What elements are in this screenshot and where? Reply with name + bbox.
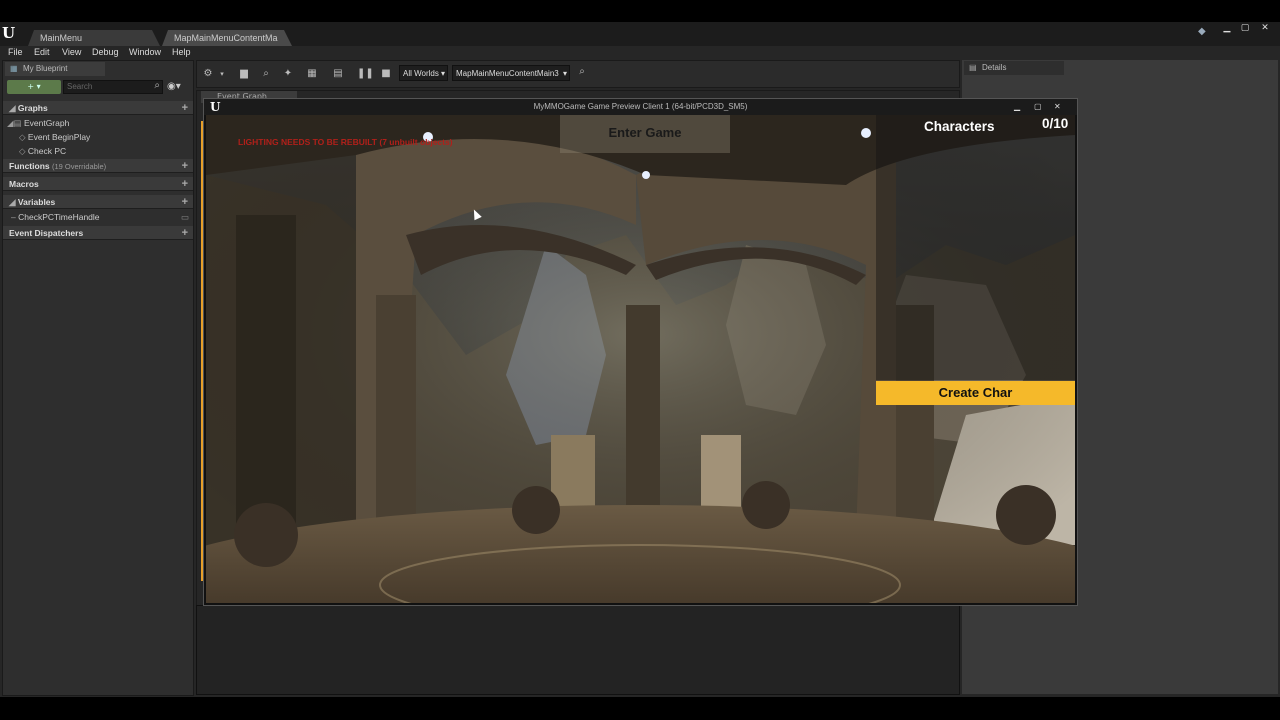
tab-label: Details [982,63,1007,72]
find-in-blueprint-icon[interactable]: ⌕ [259,67,273,81]
tree-label: CheckPCTimeHandle [18,212,100,222]
minimize-button[interactable]: ▁ [1220,23,1234,34]
tab-my-blueprint[interactable]: ▦ My Blueprint [5,62,105,76]
variables-header[interactable]: ◢ Variables + [3,195,193,209]
save-icon[interactable]: ▆ [237,67,251,81]
compile-icon[interactable]: ⚙ [201,67,215,81]
add-new-button[interactable]: + ▾ [7,80,61,94]
blueprint-icon: ▦ [10,64,18,73]
close-button[interactable]: ✕ [1258,23,1272,34]
macros-header[interactable]: Macros + [3,177,193,191]
game-viewport[interactable]: LIGHTING NEEDS TO BE REBUILT (7 unbuilt … [206,115,1075,603]
class-defaults-icon[interactable]: ▦ [305,67,319,81]
menu-help[interactable]: Help [172,47,191,57]
characters-label: Characters [924,119,995,134]
simulation-icon[interactable]: ▤ [331,67,345,81]
stop-icon[interactable]: ■ [379,67,393,81]
chevron-down-icon: ▾ [562,69,567,78]
graphs-header[interactable]: ◢ Graphs + [3,101,193,115]
menu-file[interactable]: File [8,47,23,57]
class-settings-icon[interactable]: ✦ [281,67,295,81]
event-icon: ◇ [19,146,26,156]
add-graph-icon[interactable]: + [182,101,188,115]
enter-game-button[interactable]: Enter Game [560,115,730,153]
tree-label: EventGraph [23,118,70,128]
characters-panel: Characters 0/10 [876,115,1075,380]
collapse-arrow-icon: ◢ [9,197,16,207]
functions-note: (19 Overridable) [51,162,107,171]
tree-item-check-pc[interactable]: ◇ Check PC [19,146,66,157]
game-preview-window: MyMMOGame Game Preview Client 1 (64-bit/… [203,98,1078,606]
tree-label: Event BeginPlay [27,132,91,142]
variable-icon: – [11,212,16,222]
variables-label: Variables [17,197,56,207]
menu-edit[interactable]: Edit [34,47,50,57]
unreal-logo-icon[interactable]: U [2,24,20,42]
menu-debug[interactable]: Debug [92,47,119,57]
graphs-label: Graphs [17,103,48,113]
minimize-button[interactable]: ▁ [1014,99,1020,115]
menu-window[interactable]: Window [129,47,161,57]
chevron-down-icon: ▾ [440,69,445,78]
add-function-icon[interactable]: + [182,159,188,173]
search-placeholder: Search [67,82,93,91]
create-char-label: Create Char [938,385,1013,400]
debug-search-icon[interactable]: ⌕ [575,65,589,79]
add-variable-icon[interactable]: + [182,195,188,209]
macros-label: Macros [9,179,39,189]
blueprint-toolbar: ⚙ ▾ ▆ ⌕ ✦ ▦ ▤ ❚❚ ■ All Worlds ▾ MapMainM… [196,60,960,88]
world-select-value: All Worlds [403,69,439,78]
world-select[interactable]: All Worlds ▾ [399,65,448,81]
tree-item-event-beginplay[interactable]: ◇ Event BeginPlay [19,132,90,143]
tree-item-checkpc-timehandle[interactable]: – CheckPCTimeHandle ▭ [11,212,189,222]
game-window-titlebar[interactable]: MyMMOGame Game Preview Client 1 (64-bit/… [204,99,1077,115]
source-control-icon[interactable]: ◆ [1198,26,1210,38]
compile-options-icon[interactable]: ▾ [215,67,229,81]
menu-view[interactable]: View [62,47,81,57]
tree-item-eventgraph[interactable]: ◢▤ EventGraph [7,118,69,129]
event-icon: ◇ [19,132,26,142]
menu-bar: File Edit View Debug Window Help [0,46,1280,60]
functions-label: Functions [9,161,50,171]
tab-label: My Blueprint [23,64,68,73]
maximize-button[interactable]: ▢ [1034,99,1042,115]
maximize-button[interactable]: ▢ [1238,23,1252,34]
view-options-icon[interactable]: ◉▾ [167,80,189,94]
event-dispatchers-header[interactable]: Event Dispatchers + [3,226,193,240]
collapse-arrow-icon: ◢ [9,103,16,113]
add-macro-icon[interactable]: + [182,177,188,191]
close-button[interactable]: ✕ [1054,99,1061,115]
add-dispatcher-icon[interactable]: + [182,226,188,240]
tab-map-main-menu-content[interactable]: MapMainMenuContentMa [162,30,292,46]
tab-label: MapMainMenuContentMa [174,33,278,43]
tab-mainmenu[interactable]: MainMenu [28,30,160,46]
debug-object-select[interactable]: MapMainMenuContentMain3 ▾ [452,65,570,81]
debug-object-value: MapMainMenuContentMain3 [456,69,559,78]
compiler-results-panel [196,605,960,695]
create-char-button[interactable]: Create Char [876,381,1075,405]
my-blueprint-panel: ▦ My Blueprint + ▾ Search ⌕ ◉▾ ◢ Graphs … [2,60,194,696]
functions-header[interactable]: Functions (19 Overridable) + [3,159,193,173]
tab-label: MainMenu [40,33,83,43]
tab-details[interactable]: ▤ Details [964,61,1064,75]
visibility-icon[interactable]: ▭ [181,212,189,223]
search-icon: ⌕ [154,80,160,91]
details-icon: ▤ [969,63,977,72]
tree-label: Check PC [27,146,67,156]
game-window-title: MyMMOGame Game Preview Client 1 (64-bit/… [533,102,748,111]
lighting-warning: LIGHTING NEEDS TO BE REBUILT (7 unbuilt … [238,137,453,147]
characters-count: 0/10 [1042,116,1069,131]
document-tab-bar: U MainMenu MapMainMenuContentMa ◆ ▁ ▢ ✕ [0,22,1280,46]
pause-icon[interactable]: ❚❚ [357,67,374,81]
search-input[interactable]: Search ⌕ [63,80,163,94]
event-dispatchers-label: Event Dispatchers [9,228,84,238]
unreal-logo-icon: U [210,100,221,114]
enter-game-label: Enter Game [608,125,682,140]
graph-icon: ◢▤ [7,118,22,128]
